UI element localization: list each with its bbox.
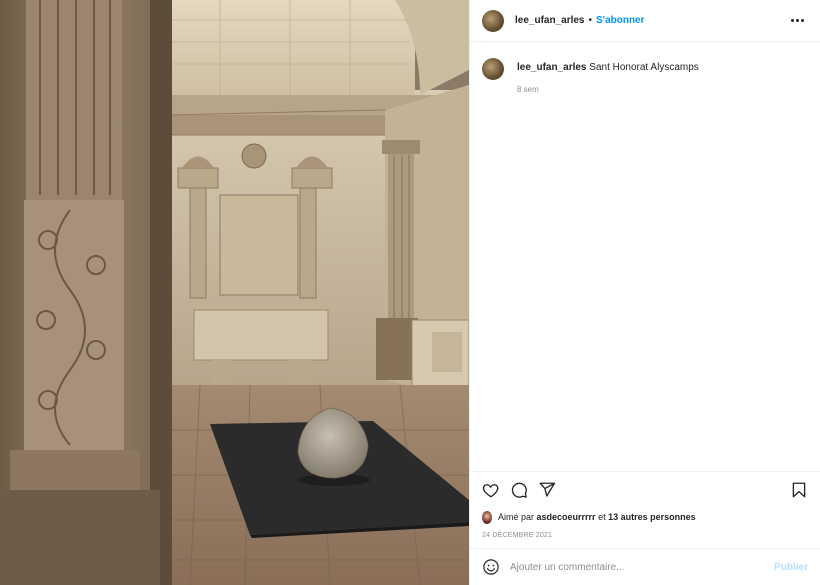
username-link[interactable]: lee_ufan_arles: [515, 15, 585, 26]
paper-plane-icon[interactable]: [538, 481, 556, 499]
liker-avatar[interactable]: [482, 510, 492, 524]
post-date[interactable]: 24 DÉCEMBRE 2021: [470, 526, 820, 548]
bookmark-icon[interactable]: [790, 481, 808, 499]
likes-conj: et: [598, 512, 606, 522]
post-image[interactable]: [0, 0, 469, 585]
avatar[interactable]: [482, 9, 504, 32]
follow-button[interactable]: S'abonner: [596, 15, 645, 26]
instagram-post: lee_ufan_arles • S'abonner lee_ufan_arle…: [0, 0, 820, 585]
more-horizontal-icon[interactable]: [787, 15, 808, 26]
post-header: lee_ufan_arles • S'abonner: [470, 0, 820, 42]
comment-bar: Publier: [470, 548, 820, 585]
heart-icon[interactable]: [482, 481, 500, 499]
caption-row: lee_ufan_arles Sant Honorat Alyscamps 8 …: [482, 58, 808, 94]
other-likers-link[interactable]: 13 autres personnes: [608, 512, 696, 522]
comment-icon[interactable]: [510, 481, 528, 499]
post-side-panel: lee_ufan_arles • S'abonner lee_ufan_arle…: [469, 0, 820, 585]
caption-time[interactable]: 8 sem: [517, 85, 699, 94]
caption-text: lee_ufan_arles Sant Honorat Alyscamps: [517, 61, 699, 75]
action-bar: [470, 472, 820, 508]
comment-input[interactable]: [510, 561, 775, 573]
caption-content: Sant Honorat Alyscamps: [589, 62, 699, 73]
liker-username-link[interactable]: asdecoeurrrrr: [537, 512, 596, 522]
likes-prefix: Aimé par: [498, 512, 535, 522]
caption-avatar[interactable]: [482, 58, 504, 80]
more-dot: [791, 19, 794, 22]
caption-body: lee_ufan_arles Sant Honorat Alyscamps 8 …: [517, 61, 699, 94]
more-dot: [796, 19, 799, 22]
likes-summary: Aimé par asdecoeurrrrr et 13 autres pers…: [470, 508, 820, 526]
chapel-photo: [0, 0, 469, 585]
more-dot: [801, 19, 804, 22]
actions-section: Aimé par asdecoeurrrrr et 13 autres pers…: [470, 471, 820, 548]
publish-button[interactable]: Publier: [774, 562, 808, 573]
smiley-icon[interactable]: [482, 558, 500, 576]
caption-area: lee_ufan_arles Sant Honorat Alyscamps 8 …: [470, 42, 820, 471]
caption-username-link[interactable]: lee_ufan_arles: [517, 62, 587, 73]
separator-dot: •: [588, 15, 593, 26]
